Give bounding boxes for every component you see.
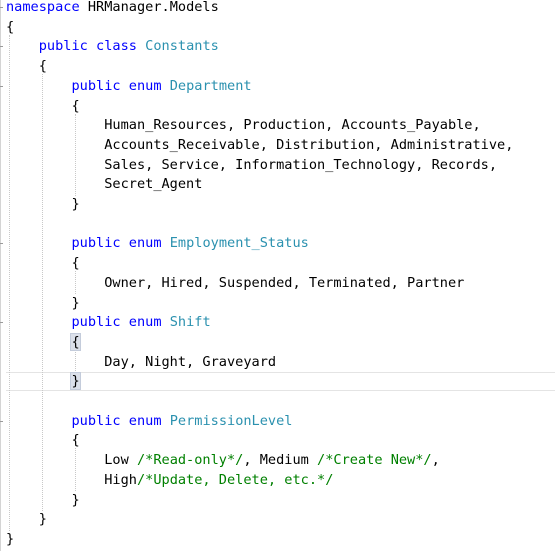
code-line[interactable]: {: [6, 56, 47, 76]
code-token: {: [6, 255, 80, 272]
current-line-highlight: [6, 372, 555, 391]
keyword-token: enum: [128, 314, 162, 331]
collapse-marker[interactable]: [0, 85, 3, 87]
code-token: Secret_Agent: [6, 176, 203, 193]
code-token: {: [6, 18, 15, 35]
outlining-margin: [0, 0, 1, 551]
code-token: High: [6, 471, 137, 488]
code-token: Owner, Hired, Suspended, Terminated, Par…: [6, 274, 465, 291]
code-line[interactable]: public enum Department: [6, 76, 252, 96]
code-editor[interactable]: namespace HRManager.Models{ public class…: [0, 0, 555, 551]
code-token: }: [6, 511, 47, 528]
code-line[interactable]: public enum Shift: [6, 312, 211, 332]
code-line[interactable]: }: [6, 194, 80, 214]
code-line[interactable]: }: [6, 529, 14, 549]
code-line[interactable]: Low /*Read-only*/, Medium /*Create New*/…: [6, 450, 440, 470]
keyword-token: public: [71, 412, 121, 429]
keyword-token: public: [71, 235, 121, 252]
code-line[interactable]: Owner, Hired, Suspended, Terminated, Par…: [6, 273, 464, 293]
type-name-token: Shift: [169, 314, 211, 331]
code-line[interactable]: }: [6, 371, 81, 391]
collapse-marker[interactable]: [0, 46, 3, 48]
code-token: {: [70, 332, 81, 351]
code-line[interactable]: High/*Update, Delete, etc.*/: [6, 470, 333, 490]
code-line[interactable]: Secret_Agent: [6, 174, 202, 194]
code-line[interactable]: Sales, Service, Information_Technology, …: [6, 155, 497, 175]
code-line[interactable]: {: [6, 96, 80, 116]
type-name-token: PermissionLevel: [169, 412, 293, 429]
code-token: Day, Night, Graveyard: [6, 353, 277, 370]
type-name-token: Constants: [145, 38, 219, 55]
text-caret: [79, 372, 81, 389]
code-line[interactable]: }: [6, 293, 80, 313]
collapse-marker[interactable]: [0, 420, 3, 422]
code-token: {: [6, 97, 80, 114]
code-token: Low: [6, 452, 137, 469]
keyword-token: public: [71, 314, 121, 331]
code-token: }: [6, 294, 80, 311]
code-line[interactable]: Day, Night, Graveyard: [6, 352, 276, 372]
code-line[interactable]: Human_Resources, Production, Accounts_Pa…: [6, 115, 481, 135]
collapse-marker[interactable]: [0, 7, 3, 8]
code-line[interactable]: namespace HRManager.Models: [6, 0, 219, 17]
code-token: Sales, Service, Information_Technology, …: [6, 156, 498, 173]
code-token: }: [70, 372, 81, 391]
code-line[interactable]: }: [6, 490, 80, 510]
code-token: {: [6, 58, 47, 75]
keyword-token: class: [96, 38, 137, 55]
keyword-token: enum: [128, 77, 162, 94]
code-token: Human_Resources, Production, Accounts_Pa…: [6, 117, 481, 134]
keyword-token: enum: [128, 412, 162, 429]
code-line[interactable]: {: [6, 430, 80, 450]
code-line[interactable]: Accounts_Receivable, Distribution, Admin…: [6, 135, 513, 155]
code-line[interactable]: }: [6, 509, 47, 529]
keyword-token: public: [71, 77, 121, 94]
code-token: HRManager.Models: [79, 0, 219, 15]
code-token: }: [6, 491, 80, 508]
collapse-marker[interactable]: [0, 322, 3, 324]
code-token: }: [6, 196, 80, 212]
type-name-token: Employment_Status: [169, 235, 309, 252]
comment-token: /*Update, Delete, etc.*/: [136, 471, 334, 488]
code-token: }: [6, 530, 15, 547]
code-token: {: [6, 432, 80, 449]
code-line[interactable]: {: [6, 253, 80, 273]
code-line[interactable]: {: [6, 17, 14, 37]
collapse-marker[interactable]: [0, 243, 3, 245]
code-token: , Medium: [243, 452, 318, 469]
code-line[interactable]: {: [6, 332, 81, 352]
code-line[interactable]: public enum Employment_Status: [6, 233, 309, 253]
code-line[interactable]: public class Constants: [6, 36, 219, 56]
comment-token: /*Create New*/: [317, 452, 432, 469]
keyword-token: enum: [128, 235, 162, 252]
code-line[interactable]: public enum PermissionLevel: [6, 411, 292, 431]
code-token: Accounts_Receivable, Distribution, Admin…: [6, 136, 514, 153]
comment-token: /*Read-only*/: [136, 452, 244, 469]
keyword-token: namespace: [6, 0, 80, 15]
type-name-token: Department: [169, 77, 252, 94]
code-token: ,: [431, 452, 440, 469]
keyword-token: public: [38, 38, 88, 55]
